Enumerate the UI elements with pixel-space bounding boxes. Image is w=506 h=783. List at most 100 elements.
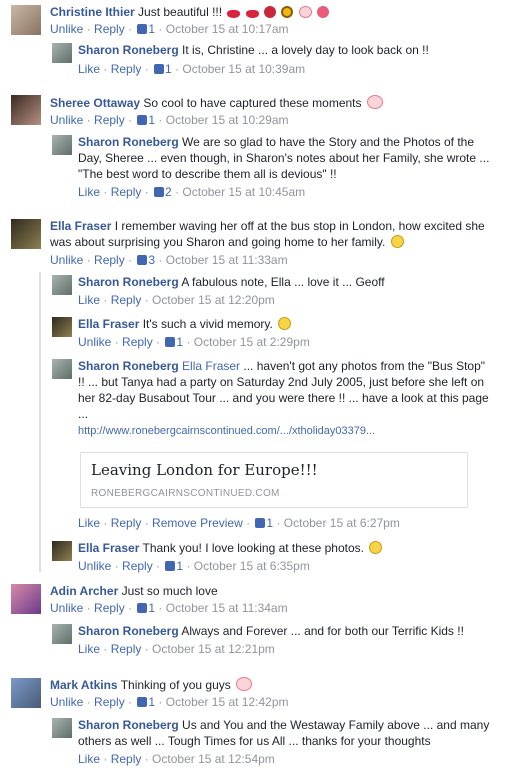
- unlike-link[interactable]: Unlike: [50, 22, 83, 36]
- reply-link[interactable]: Reply: [111, 293, 142, 307]
- avatar[interactable]: [11, 95, 41, 125]
- unlike-link[interactable]: Unlike: [50, 113, 83, 127]
- unlike-link[interactable]: Unlike: [50, 695, 83, 709]
- like-count[interactable]: 2: [152, 185, 172, 199]
- timestamp[interactable]: October 15 at 6:35pm: [194, 559, 310, 573]
- sunflower-icon: [281, 6, 294, 18]
- timestamp[interactable]: October 15 at 12:21pm: [152, 642, 275, 656]
- commenter-name[interactable]: Mark Atkins: [50, 678, 118, 692]
- commenter-name[interactable]: Ella Fraser: [78, 317, 139, 331]
- reply-link[interactable]: Reply: [94, 113, 125, 127]
- reply-link[interactable]: Reply: [111, 642, 142, 656]
- commenter-name[interactable]: Sharon Roneberg: [78, 275, 179, 289]
- remove-preview-link[interactable]: Remove Preview: [152, 516, 243, 530]
- timestamp[interactable]: October 15 at 11:34am: [166, 601, 288, 615]
- avatar[interactable]: [52, 275, 72, 295]
- commenter-name[interactable]: Christine Ithier: [50, 5, 135, 19]
- timestamp[interactable]: October 15 at 10:39am: [182, 62, 305, 76]
- like-link[interactable]: Like: [78, 62, 100, 76]
- reply-link[interactable]: Reply: [94, 695, 125, 709]
- reply-link[interactable]: Reply: [111, 185, 142, 199]
- like-count[interactable]: 1: [163, 559, 183, 573]
- avatar[interactable]: [52, 317, 72, 337]
- comment-text: Always and Forever ... and for both our …: [181, 624, 464, 638]
- bouquet-icon: [317, 6, 330, 18]
- comment-text: It is, Christine ... a lovely day to loo…: [182, 43, 429, 57]
- timestamp[interactable]: October 15 at 12:42pm: [166, 695, 289, 709]
- like-link[interactable]: Like: [78, 516, 100, 530]
- commenter-name[interactable]: Adin Archer: [50, 584, 118, 598]
- mention-link[interactable]: Ella Fraser: [182, 359, 240, 373]
- url-link[interactable]: http://www.ronebergcairnscontinued.com/.…: [78, 425, 375, 437]
- commenter-name[interactable]: Ella Fraser: [78, 541, 139, 555]
- reply-link[interactable]: Reply: [122, 335, 153, 349]
- like-count[interactable]: 1: [135, 22, 155, 36]
- commenter-name[interactable]: Sharon Roneberg: [78, 359, 179, 373]
- timestamp[interactable]: October 15 at 12:20pm: [152, 293, 275, 307]
- avatar[interactable]: [52, 624, 72, 644]
- avatar[interactable]: [11, 678, 41, 708]
- smile-icon: [278, 317, 292, 330]
- like-link[interactable]: Like: [78, 185, 100, 199]
- like-link[interactable]: Like: [78, 752, 100, 766]
- timestamp[interactable]: October 15 at 6:27pm: [284, 516, 400, 530]
- avatar[interactable]: [11, 5, 41, 35]
- commenter-name[interactable]: Sheree Ottaway: [50, 96, 140, 110]
- like-count[interactable]: 1: [253, 516, 273, 530]
- commenter-name[interactable]: Sharon Roneberg: [78, 718, 179, 732]
- like-link[interactable]: Like: [78, 642, 100, 656]
- unlike-link[interactable]: Unlike: [50, 601, 83, 615]
- timestamp[interactable]: October 15 at 10:29am: [166, 113, 289, 127]
- commenter-name[interactable]: Sharon Roneberg: [78, 624, 179, 638]
- like-count[interactable]: 1: [135, 695, 155, 709]
- timestamp[interactable]: October 15 at 11:33am: [166, 253, 288, 267]
- comment-text: It's such a vivid memory.: [142, 317, 273, 331]
- rose-icon: [264, 6, 277, 18]
- unlike-link[interactable]: Unlike: [78, 559, 111, 573]
- thumbs-up-icon: [165, 337, 176, 347]
- reply-link[interactable]: Reply: [111, 516, 142, 530]
- avatar[interactable]: [52, 43, 72, 63]
- comment-text: Just beautiful !!!: [138, 5, 223, 19]
- reply-link[interactable]: Reply: [111, 62, 142, 76]
- reply-link[interactable]: Reply: [122, 559, 153, 573]
- like-count[interactable]: 1: [135, 113, 155, 127]
- avatar[interactable]: [11, 584, 41, 614]
- timestamp[interactable]: October 15 at 10:17am: [166, 22, 289, 36]
- avatar[interactable]: [52, 718, 72, 738]
- avatar[interactable]: [52, 135, 72, 155]
- comment-text: Just so much love: [121, 584, 218, 598]
- commenter-name[interactable]: Sharon Roneberg: [78, 135, 179, 149]
- preview-title[interactable]: Leaving London for Europe!!!: [91, 461, 318, 479]
- avatar[interactable]: [52, 541, 72, 561]
- thumbs-up-icon: [154, 64, 165, 74]
- heart-icon: [236, 677, 253, 691]
- like-count[interactable]: 3: [135, 253, 155, 267]
- thumbs-up-icon: [154, 187, 165, 197]
- like-count[interactable]: 1: [135, 601, 155, 615]
- unlike-link[interactable]: Unlike: [78, 335, 111, 349]
- timestamp[interactable]: October 15 at 12:54pm: [152, 752, 275, 766]
- reply-link[interactable]: Reply: [94, 601, 125, 615]
- smile-icon: [369, 541, 383, 554]
- timestamp[interactable]: October 15 at 2:29pm: [194, 335, 310, 349]
- comment-text: I remember waving her off at the bus sto…: [50, 219, 485, 249]
- like-link[interactable]: Like: [78, 293, 100, 307]
- like-count[interactable]: 1: [152, 62, 172, 76]
- timestamp[interactable]: October 15 at 10:45am: [182, 185, 305, 199]
- avatar[interactable]: [52, 359, 72, 379]
- avatar[interactable]: [11, 219, 41, 249]
- thumbs-up-icon: [137, 115, 148, 125]
- like-count[interactable]: 1: [163, 335, 183, 349]
- unlike-link[interactable]: Unlike: [50, 253, 83, 267]
- commenter-name[interactable]: Sharon Roneberg: [78, 43, 179, 57]
- thumbs-up-icon: [137, 697, 148, 707]
- reply-link[interactable]: Reply: [94, 253, 125, 267]
- link-preview-card[interactable]: Leaving London for Europe!!! RONEBERGCAI…: [80, 452, 468, 508]
- reply-link[interactable]: Reply: [94, 22, 125, 36]
- commenter-name[interactable]: Ella Fraser: [50, 219, 111, 233]
- smile-icon: [390, 235, 404, 248]
- thumbs-up-icon: [137, 24, 148, 34]
- reply-link[interactable]: Reply: [111, 752, 142, 766]
- thumbs-up-icon: [137, 603, 148, 613]
